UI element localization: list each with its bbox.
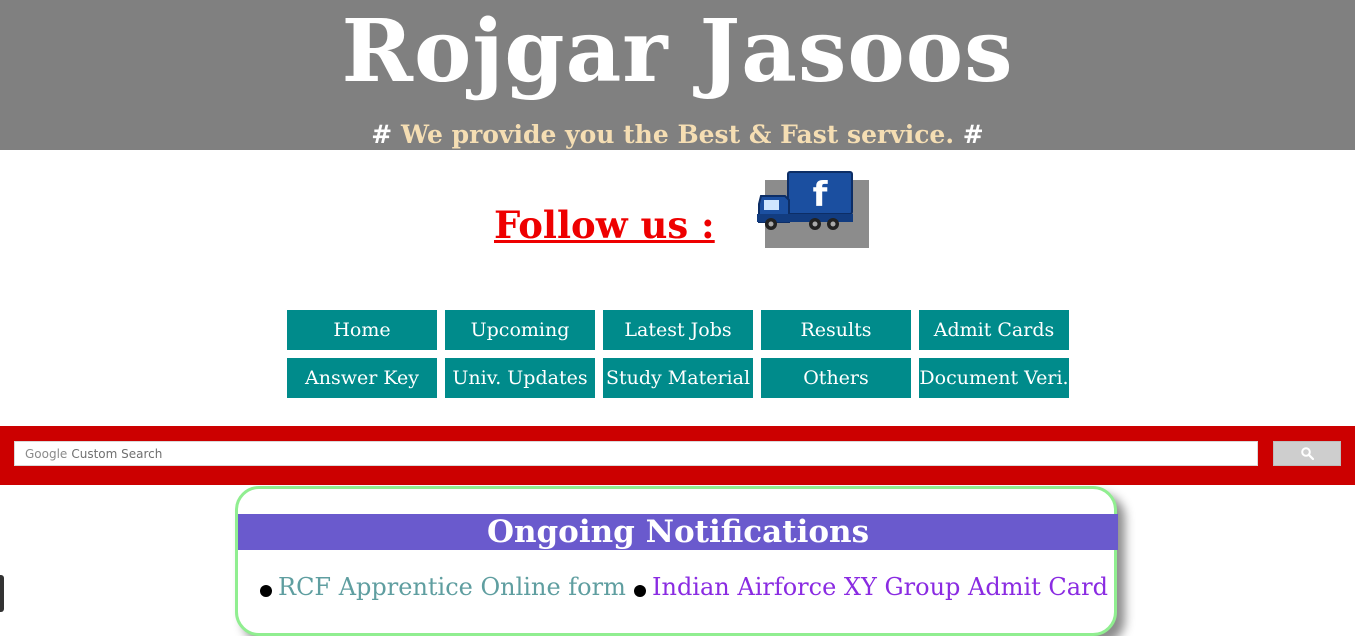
- tagline-hash-right: #: [962, 120, 984, 149]
- tagline-text: We provide you the Best & Fast service.: [400, 120, 955, 149]
- notifications-title: Ongoing Notifications: [238, 514, 1118, 550]
- nav-study-material[interactable]: Study Material: [603, 358, 753, 398]
- tagline-hash-left: #: [371, 120, 393, 149]
- notifications-panel: [235, 486, 1117, 636]
- facebook-letter: f: [813, 175, 829, 215]
- search-bar: Google Custom Search: [0, 426, 1355, 485]
- search-input[interactable]: Google Custom Search: [14, 441, 1258, 466]
- notification-link-airforce[interactable]: Indian Airforce XY Group Admit Card: [634, 571, 1108, 603]
- nav-document-veri[interactable]: Document Veri.: [919, 358, 1069, 398]
- nav-univ-updates[interactable]: Univ. Updates: [445, 358, 595, 398]
- notification-label: Indian Airforce XY Group Admit Card: [652, 573, 1108, 601]
- facebook-truck-icon[interactable]: f: [755, 170, 869, 248]
- nav-upcoming[interactable]: Upcoming: [445, 310, 595, 350]
- truck-window: [764, 200, 779, 210]
- truck-hub-rear: [830, 221, 836, 227]
- nav-latest-jobs[interactable]: Latest Jobs: [603, 310, 753, 350]
- nav-others[interactable]: Others: [761, 358, 911, 398]
- notification-label: RCF Apprentice Online form: [278, 573, 626, 601]
- bullet-icon: [260, 584, 272, 597]
- search-placeholder: Custom Search: [71, 446, 163, 461]
- site-title: Rojgar Jasoos: [341, 1, 1014, 102]
- search-placeholder-brand: Google: [25, 446, 68, 461]
- nav-admit-cards[interactable]: Admit Cards: [919, 310, 1069, 350]
- nav-home[interactable]: Home: [287, 310, 437, 350]
- notification-link-rcf[interactable]: RCF Apprentice Online form: [260, 571, 626, 603]
- nav-results[interactable]: Results: [761, 310, 911, 350]
- truck-hub-front: [768, 221, 774, 227]
- nav-answer-key[interactable]: Answer Key: [287, 358, 437, 398]
- search-button[interactable]: [1273, 441, 1341, 466]
- scroll-handle[interactable]: [0, 575, 4, 612]
- follow-us-label: Follow us :: [494, 203, 715, 247]
- site-tagline: # We provide you the Best & Fast service…: [0, 118, 1355, 152]
- bullet-icon: [634, 584, 646, 597]
- site-header: Rojgar Jasoos # We provide you the Best …: [0, 0, 1355, 150]
- truck-hub-mid: [812, 221, 818, 227]
- search-icon: [1300, 447, 1314, 460]
